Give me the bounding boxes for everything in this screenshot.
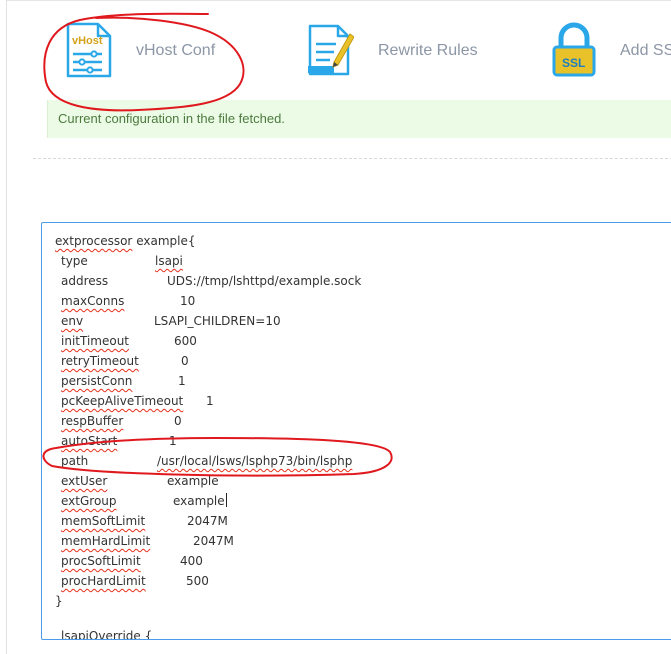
vhost-conf-label: vHost Conf [136,41,216,59]
config-key: extGroup [61,494,117,508]
config-next-line: lsapiOverride { [61,626,153,640]
config-value: lsapi [155,254,183,268]
config-value: 1 [169,434,177,448]
config-key: procSoftLimit [61,554,141,568]
config-value: 2047M [193,534,234,548]
config-value: 2047M [187,514,228,528]
config-value: 500 [186,574,209,588]
config-close-brace: } [55,594,63,608]
config-key: type [61,254,88,268]
top-divider [6,0,671,1]
config-key: path [61,454,89,468]
config-key: pcKeepAliveTimeout [61,394,184,408]
config-key: address [61,274,109,288]
config-key: extUser [61,474,108,488]
config-editor[interactable]: extprocessor example{ type lsapi address… [41,222,671,640]
add-ssl-label: Add SS [620,41,671,59]
config-key: initTimeout [61,334,129,348]
rewrite-rules-button[interactable]: Rewrite Rules [306,22,478,83]
config-key: persistConn [61,374,133,388]
edit-document-icon [306,22,355,83]
config-key: respBuffer [61,414,124,428]
config-key: autoStart [61,434,118,448]
config-keyword: extprocessor [55,234,133,248]
alert-message: Current configuration in the file fetche… [58,111,285,126]
text-caret [225,493,227,507]
success-alert: Current configuration in the file fetche… [47,100,671,138]
config-key: env [61,314,84,328]
config-value: /usr/local/lsws/lsphp73/bin/lsphp [157,454,353,468]
config-processor-name: example{ [136,234,196,248]
add-ssl-button[interactable]: SSL Add SS [550,22,671,83]
config-value: 1 [178,374,186,388]
config-value: LSAPI_CHILDREN=10 [154,314,281,328]
config-open-line: extprocessor example{ [55,231,196,251]
config-key: memHardLimit [61,534,151,548]
config-value: 1 [206,394,214,408]
config-value: example [167,474,219,488]
config-next-block: lsapiOverride { [61,629,153,640]
config-value: 600 [174,334,197,348]
config-value: 10 [180,294,196,308]
config-close-line: } [55,591,63,611]
page: vHost vHost Conf Rewrite Rules SSL Add S… [0,0,671,654]
config-value: 0 [181,354,189,368]
vhost-document-icon: vHost [64,22,112,83]
config-value-with-caret: example [173,491,227,511]
rewrite-rules-label: Rewrite Rules [378,41,478,59]
left-divider [6,0,7,654]
config-key: retryTimeout [61,354,139,368]
config-value: UDS://tmp/lshttpd/example.sock [167,274,362,288]
config-value: 0 [174,414,182,428]
vhost-icon-text: vHost [72,35,103,47]
config-value: example [173,494,225,508]
config-key: maxConns [61,294,125,308]
config-key: memSoftLimit [61,514,146,528]
config-value: 400 [180,554,203,568]
section-divider [33,158,671,159]
ssl-icon-text: SSL [562,56,585,70]
ssl-lock-icon: SSL [550,22,598,83]
vhost-conf-button[interactable]: vHost vHost Conf [64,22,215,83]
config-key: procHardLimit [61,574,146,588]
